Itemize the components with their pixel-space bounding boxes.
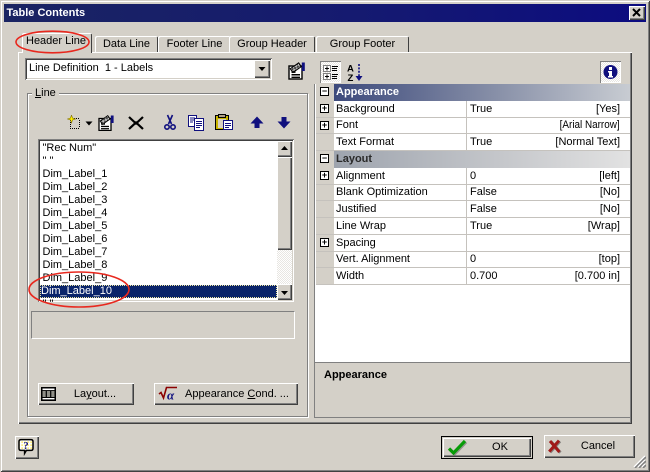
svg-text:?: ? bbox=[23, 441, 28, 452]
